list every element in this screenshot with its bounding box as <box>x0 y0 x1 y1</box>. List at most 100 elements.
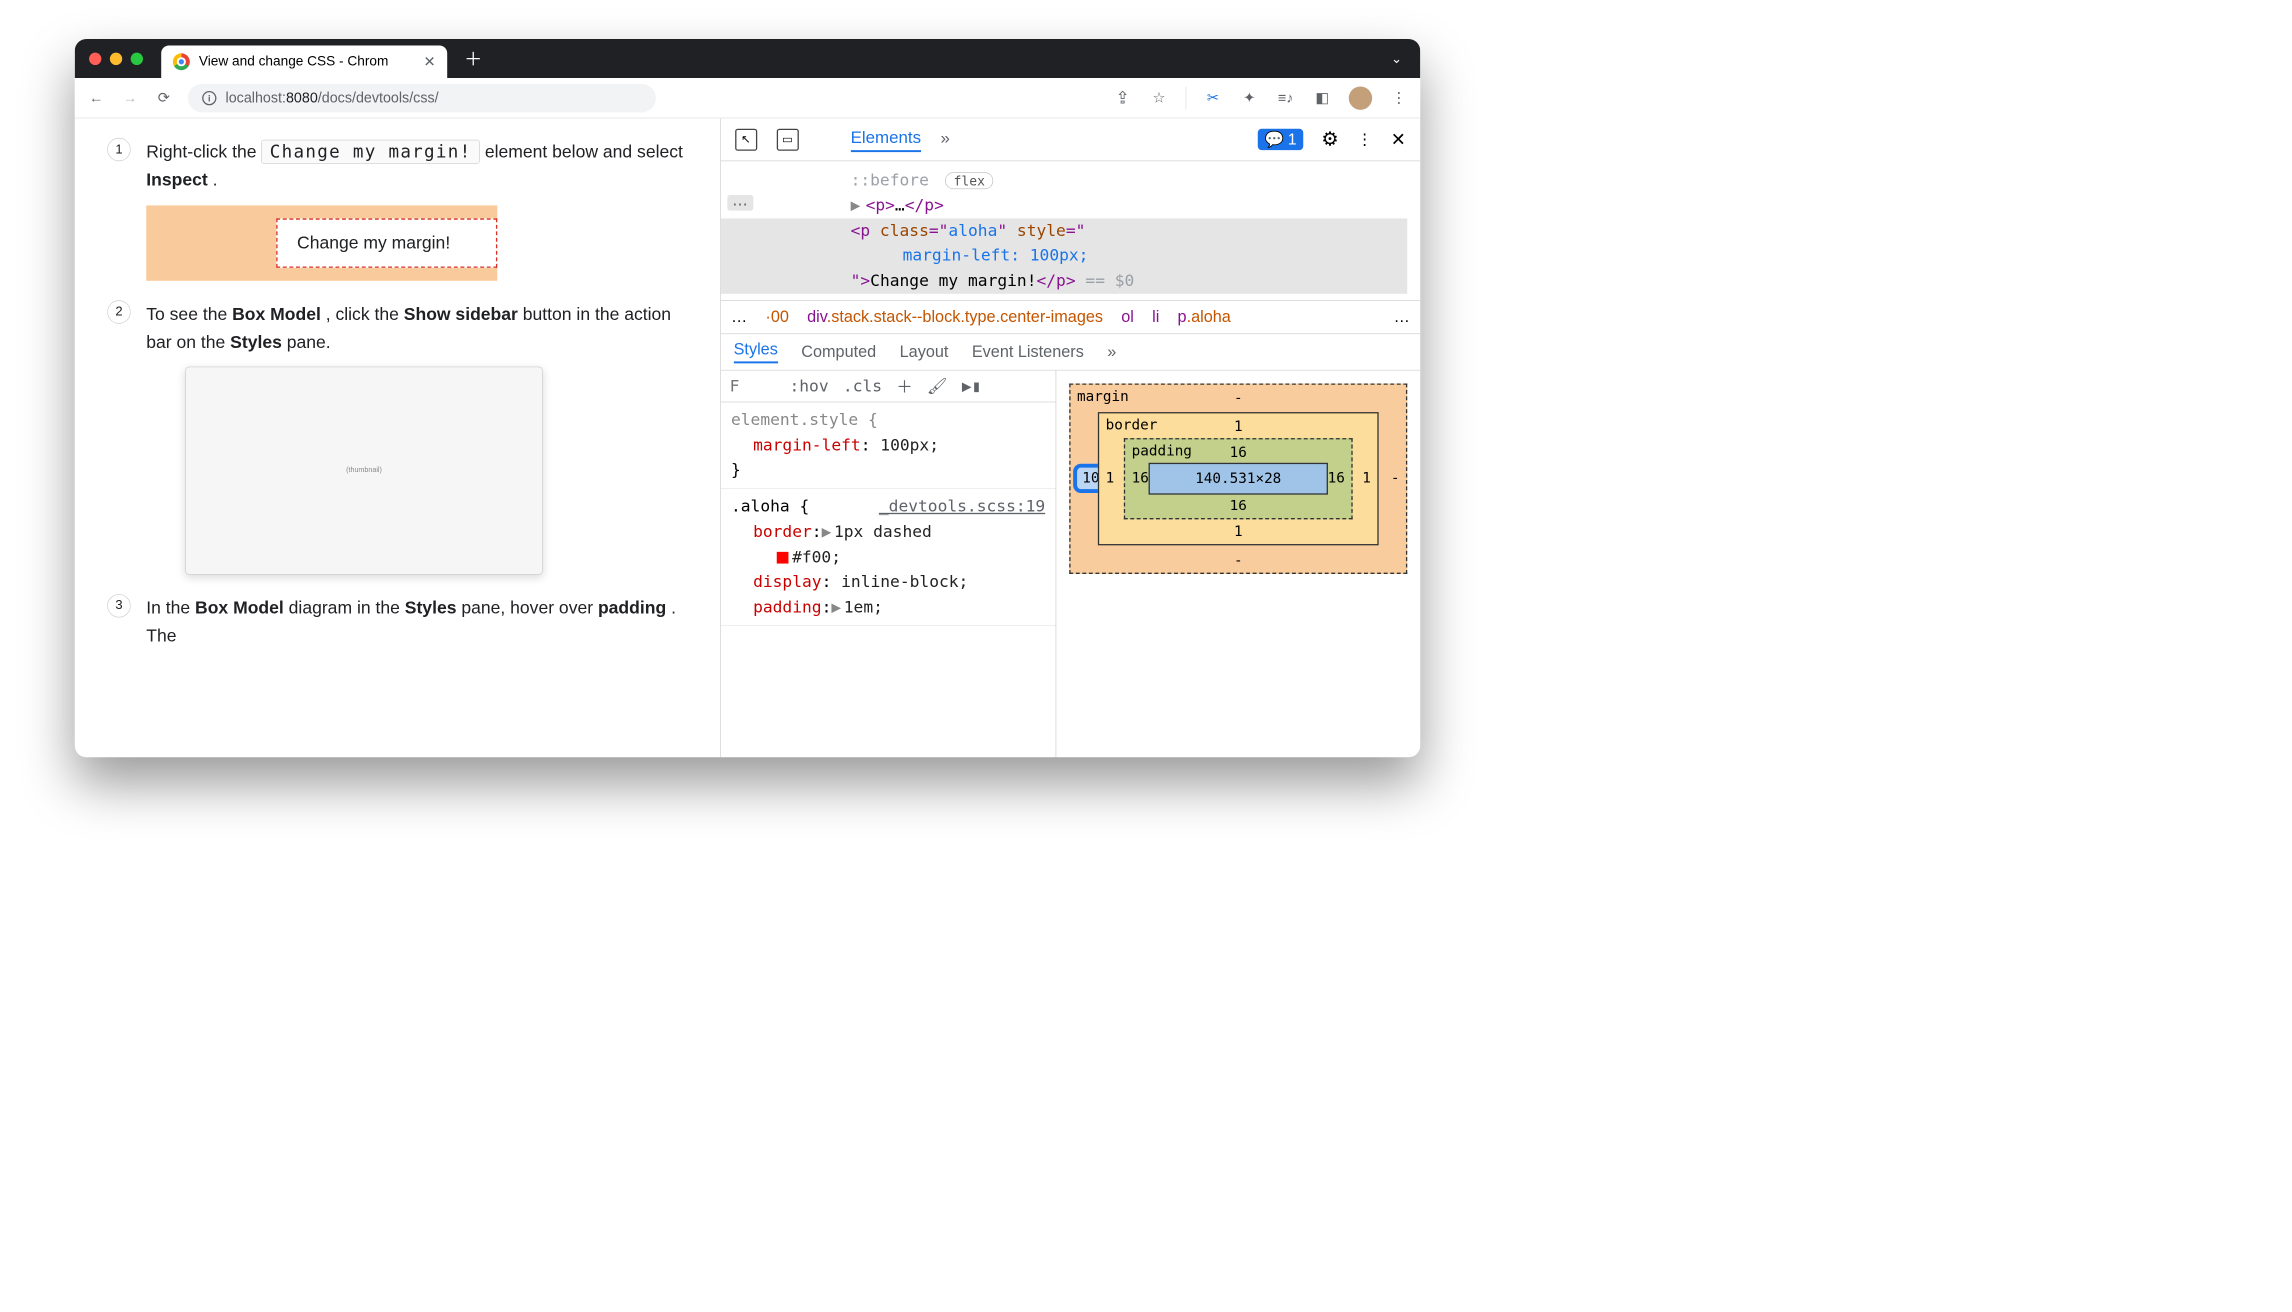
extensions-icon[interactable]: ✦ <box>1240 89 1260 106</box>
bc-dots[interactable]: … <box>731 308 747 327</box>
step-text: diagram in the <box>289 598 405 618</box>
filter-input[interactable] <box>730 377 776 396</box>
tab-elements[interactable]: Elements <box>851 127 921 152</box>
bc-more[interactable]: … <box>1394 308 1410 327</box>
dom-breadcrumb[interactable]: … ·00 divdiv.stack.stack--block.type.cen… <box>721 300 1421 334</box>
box-model-widget[interactable]: margin - - - 100 border 1 1 1 1 paddin <box>1056 370 1420 757</box>
site-info-icon[interactable]: i <box>202 91 216 105</box>
share-icon[interactable]: ⇪ <box>1113 88 1133 108</box>
margin-top-value[interactable]: - <box>1234 390 1243 406</box>
step-text: In the <box>146 598 195 618</box>
margin-right-value[interactable]: - <box>1391 470 1400 486</box>
box-border[interactable]: border 1 1 1 1 padding 16 16 16 16 <box>1098 412 1379 545</box>
devtools-tab-bar: ↖ ▭ Elements » 💬 1 ⚙ ⋮ ✕ <box>721 118 1421 161</box>
toolbar: ← → ⟳ i localhost:8080/docs/devtools/css… <box>75 78 1421 118</box>
selected-dom-node[interactable]: <p class="aloha" style=" margin-left: 10… <box>721 218 1408 294</box>
url-host: localhost:8080/docs/devtools/css/ <box>226 89 439 106</box>
chrome-menu-icon[interactable]: ⋮ <box>1389 89 1409 106</box>
subtab-computed[interactable]: Computed <box>801 342 876 361</box>
step-text: , click the <box>326 304 404 324</box>
css-rule-aloha[interactable]: _devtools.scss:19 .aloha { border:▶1px d… <box>721 489 1056 626</box>
tab-bar: View and change CSS - Chrom ✕ ＋ ⌄ <box>75 39 1421 78</box>
styles-subtabs: Styles Computed Layout Event Listeners » <box>721 334 1421 370</box>
page-content: 1 Right-click the Change my margin! elem… <box>75 118 721 757</box>
paint-icon[interactable]: 🖌 <box>927 376 948 396</box>
step-bold: Box Model <box>195 598 284 618</box>
styles-body: :hov .cls ＋ 🖌 ▶▮ element.style { margin-… <box>721 370 1421 757</box>
step-number: 3 <box>107 594 130 617</box>
scissors-icon[interactable]: ✂ <box>1203 89 1223 106</box>
maximize-window-button[interactable] <box>131 52 143 64</box>
border-top-value[interactable]: 1 <box>1234 418 1243 434</box>
device-toolbar-icon[interactable]: ▭ <box>776 128 798 150</box>
inspect-element-icon[interactable]: ↖ <box>735 128 757 150</box>
padding-left-value[interactable]: 16 <box>1132 470 1149 486</box>
code-pill: Change my margin! <box>261 140 480 164</box>
step-text: . <box>213 170 218 190</box>
bookmark-star-icon[interactable]: ☆ <box>1149 89 1169 106</box>
browser-tab[interactable]: View and change CSS - Chrom ✕ <box>161 46 447 79</box>
close-devtools-button[interactable]: ✕ <box>1391 129 1406 150</box>
cls-toggle[interactable]: .cls <box>843 377 882 396</box>
border-bottom-value[interactable]: 1 <box>1234 524 1243 540</box>
bc-li[interactable]: li <box>1152 308 1159 327</box>
profile-avatar[interactable] <box>1349 86 1372 109</box>
traffic-lights <box>89 52 143 64</box>
box-margin[interactable]: margin - - - 100 border 1 1 1 1 paddin <box>1069 383 1407 573</box>
reading-list-icon[interactable]: ≡♪ <box>1276 89 1296 106</box>
border-left-value[interactable]: 1 <box>1106 470 1115 486</box>
forward-button[interactable]: → <box>120 89 140 106</box>
margin-bottom-value[interactable]: - <box>1234 552 1243 568</box>
new-style-rule-button[interactable]: ＋ <box>896 374 912 397</box>
flex-badge[interactable]: flex <box>945 172 993 189</box>
border-right-value[interactable]: 1 <box>1362 470 1371 486</box>
step-bold: Styles <box>230 332 282 352</box>
bc-ol[interactable]: ol <box>1121 308 1134 327</box>
browser-window: View and change CSS - Chrom ✕ ＋ ⌄ ← → ⟳ … <box>75 39 1421 757</box>
tab-more[interactable]: » <box>941 128 950 151</box>
back-button[interactable]: ← <box>86 89 106 106</box>
dom-tree[interactable]: ::before flex ▶<p>…</p> <p class="aloha"… <box>721 161 1421 300</box>
change-my-margin-element[interactable]: Change my margin! <box>276 219 497 268</box>
color-swatch[interactable] <box>776 552 788 564</box>
padding-right-value[interactable]: 16 <box>1328 470 1345 486</box>
border-label: border <box>1106 417 1158 433</box>
settings-gear-icon[interactable]: ⚙ <box>1321 128 1338 151</box>
box-content-size[interactable]: 140.531×28 <box>1149 463 1328 495</box>
padding-bottom-value[interactable]: 16 <box>1230 498 1247 514</box>
subtab-event-listeners[interactable]: Event Listeners <box>972 342 1084 361</box>
close-tab-button[interactable]: ✕ <box>424 53 436 70</box>
collapse-handle[interactable]: ⋯ <box>727 195 753 211</box>
step-text: Right-click the <box>146 142 261 162</box>
bc-trunc[interactable]: ·00 <box>765 308 788 327</box>
step-bold: Box Model <box>232 304 321 324</box>
chrome-icon <box>173 53 190 70</box>
new-tab-button[interactable]: ＋ <box>464 46 482 72</box>
tabs-menu-button[interactable]: ⌄ <box>1391 50 1402 66</box>
close-window-button[interactable] <box>89 52 101 64</box>
step-number: 1 <box>107 138 130 161</box>
padding-top-value[interactable]: 16 <box>1230 444 1247 460</box>
step-bold: Inspect <box>146 170 207 190</box>
padding-label: padding <box>1132 443 1192 459</box>
show-sidebar-button[interactable]: ▶▮ <box>962 377 982 396</box>
hov-toggle[interactable]: :hov <box>789 377 828 396</box>
expand-icon[interactable]: ▶ <box>851 195 861 214</box>
devtools-menu-icon[interactable]: ⋮ <box>1357 130 1373 149</box>
step-text: pane. <box>287 332 331 352</box>
dom-tree-wrapper: ⋯ ::before flex ▶<p>…</p> <p class="aloh… <box>721 161 1421 300</box>
rule-source-link[interactable]: _devtools.scss:19 <box>879 494 1045 519</box>
step-bold: padding <box>598 598 666 618</box>
bc-p[interactable]: p.aloha <box>1178 308 1231 327</box>
console-messages-badge[interactable]: 💬 1 <box>1258 129 1303 150</box>
bc-long[interactable]: divdiv.stack.stack--block.type.center-im… <box>807 308 1103 327</box>
subtab-layout[interactable]: Layout <box>900 342 949 361</box>
box-padding[interactable]: padding 16 16 16 16 140.531×28 <box>1124 438 1353 519</box>
address-bar[interactable]: i localhost:8080/docs/devtools/css/ <box>188 84 656 113</box>
minimize-window-button[interactable] <box>110 52 122 64</box>
reload-button[interactable]: ⟳ <box>154 89 174 106</box>
side-panel-icon[interactable]: ◧ <box>1312 89 1332 106</box>
subtab-more[interactable]: » <box>1107 342 1116 361</box>
css-rule-element-style[interactable]: element.style { margin-left: 100px; } <box>721 402 1056 489</box>
subtab-styles[interactable]: Styles <box>734 340 778 363</box>
